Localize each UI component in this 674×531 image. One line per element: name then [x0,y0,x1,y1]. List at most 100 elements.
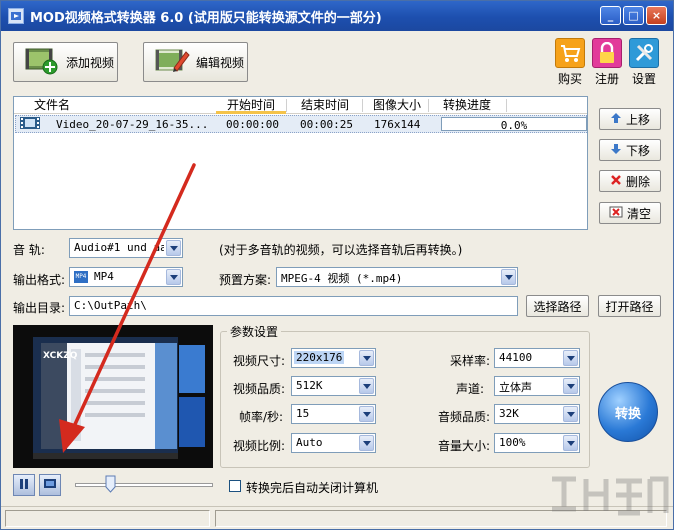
pause-button[interactable] [13,474,35,496]
video-size-value: 220x176 [294,351,345,364]
video-size-label: 视频尺寸: [233,354,286,368]
pause-icon [18,478,30,493]
status-bar [1,506,673,529]
aspect-select[interactable]: Auto [291,433,376,453]
video-size-select[interactable]: 220x176 [291,348,376,368]
audio-quality-select[interactable]: 32K [494,404,580,424]
output-format-select[interactable]: MP4 MP4 [69,267,183,287]
end-time-cell: 00:00:25 [300,118,353,131]
seek-slider-thumb[interactable] [105,475,116,493]
chevron-down-icon[interactable] [501,269,516,285]
chevron-down-icon[interactable] [359,406,374,422]
add-video-icon [24,46,60,79]
output-dir-input[interactable]: C:\OutPath\ [69,296,518,316]
video-quality-value: 512K [296,379,323,392]
chevron-down-icon[interactable] [359,435,374,451]
params-title: 参数设置 [227,323,282,340]
preview-frame [13,325,213,468]
app-window: MOD视频格式转换器 6.0 (试用版只能转换源文件的一部分) _ □ × 添加… [0,0,674,530]
frame-rate-select[interactable]: 15 [291,404,376,424]
channel-select[interactable]: 立体声 [494,376,580,396]
column-header-filename[interactable]: 文件名 [34,97,70,114]
sample-rate-value: 44100 [499,351,533,364]
buy-button[interactable]: 购买 [552,38,588,87]
tools-icon [629,38,659,68]
frame-rate-value: 15 [296,407,310,420]
video-preview: XCKZQ [13,325,213,468]
sample-rate-label: 采样率: [450,354,491,368]
move-up-button[interactable]: 上移 [599,108,661,130]
sample-rate-select[interactable]: 44100 [494,348,580,368]
buy-label: 购买 [557,72,582,86]
preview-overlay-text: XCKZQ [43,351,78,361]
register-label: 注册 [594,72,619,86]
preset-select[interactable]: MPEG-4 视频 (*.mp4) [276,267,518,287]
audio-quality-label: 音频品质: [438,410,491,424]
video-quality-select[interactable]: 512K [291,376,376,396]
preset-label: 预置方案: [219,273,272,287]
fullscreen-button[interactable] [39,474,61,496]
app-icon [8,8,24,24]
clear-label: 清空 [626,206,651,221]
audio-track-hint: (对于多音轨的视频，可以选择音轨后再转换。) [219,243,463,257]
channel-label: 声道: [456,382,485,396]
close-button[interactable]: × [646,6,667,25]
settings-button[interactable]: 设置 [626,38,662,87]
move-down-button[interactable]: 下移 [599,139,661,161]
settings-label: 设置 [631,72,656,86]
clear-icon [609,206,623,221]
maximize-button[interactable]: □ [623,6,644,25]
minimize-button[interactable]: _ [600,6,621,25]
lock-icon [592,38,622,68]
register-button[interactable]: 注册 [589,38,625,87]
progress-bar: 0.0% [441,117,587,132]
audio-quality-value: 32K [499,407,519,420]
column-header-end-time[interactable]: 结束时间 [290,97,360,114]
chevron-down-icon[interactable] [359,350,374,366]
chevron-down-icon[interactable] [563,350,578,366]
open-path-button[interactable]: 打开路径 [598,295,661,317]
move-up-label: 上移 [625,112,650,127]
preset-value: MPEG-4 视频 (*.mp4) [281,272,403,285]
auto-shutdown-label: 转换完后自动关闭计算机 [246,481,379,495]
arrow-down-icon [610,143,622,158]
add-video-label: 添加视频 [66,55,115,70]
image-size-cell: 176x144 [374,118,421,131]
convert-button[interactable]: 转换 [598,382,658,442]
chevron-down-icon[interactable] [563,378,578,394]
mp4-format-icon: MP4 [74,271,88,283]
column-header-image-size[interactable]: 图像大小 [366,97,428,114]
channel-value: 立体声 [499,381,532,394]
audio-track-select[interactable]: Audio#1 und aac [69,238,183,258]
column-header-start-time[interactable]: 开始时间 [216,97,286,114]
chevron-down-icon[interactable] [359,378,374,394]
table-row[interactable]: Video_20-07-29_16-35... 00:00:00 00:00:2… [15,115,587,133]
chevron-down-icon[interactable] [166,269,181,285]
clear-button[interactable]: 清空 [599,202,661,224]
volume-value: 100% [499,436,526,449]
edit-video-button[interactable]: 编辑视频 [143,42,248,82]
screen-icon [43,478,57,493]
auto-shutdown-checkbox[interactable] [229,480,241,492]
cart-icon [555,38,585,68]
select-path-button[interactable]: 选择路径 [526,295,589,317]
aspect-label: 视频比例: [233,439,286,453]
chevron-down-icon[interactable] [563,406,578,422]
column-header-progress[interactable]: 转换进度 [432,97,502,114]
frame-rate-label: 帧率/秒: [239,410,284,424]
delete-button[interactable]: 删除 [599,170,661,192]
status-pane-left [5,510,210,527]
seek-slider-track[interactable] [75,483,213,487]
delete-label: 删除 [625,174,650,189]
add-video-button[interactable]: 添加视频 [13,42,118,82]
chevron-down-icon[interactable] [166,240,181,256]
file-list[interactable]: 文件名 开始时间 结束时间 图像大小 转换进度 Video_20-07-29_1… [13,96,588,230]
start-time-cell: 00:00:00 [226,118,279,131]
chevron-down-icon[interactable] [563,435,578,451]
delete-icon [610,174,622,189]
convert-label: 转换 [614,406,641,422]
title-bar: MOD视频格式转换器 6.0 (试用版只能转换源文件的一部分) _ □ × [1,1,673,31]
edit-video-icon [154,46,190,79]
volume-select[interactable]: 100% [494,433,580,453]
arrow-up-icon [610,112,622,127]
